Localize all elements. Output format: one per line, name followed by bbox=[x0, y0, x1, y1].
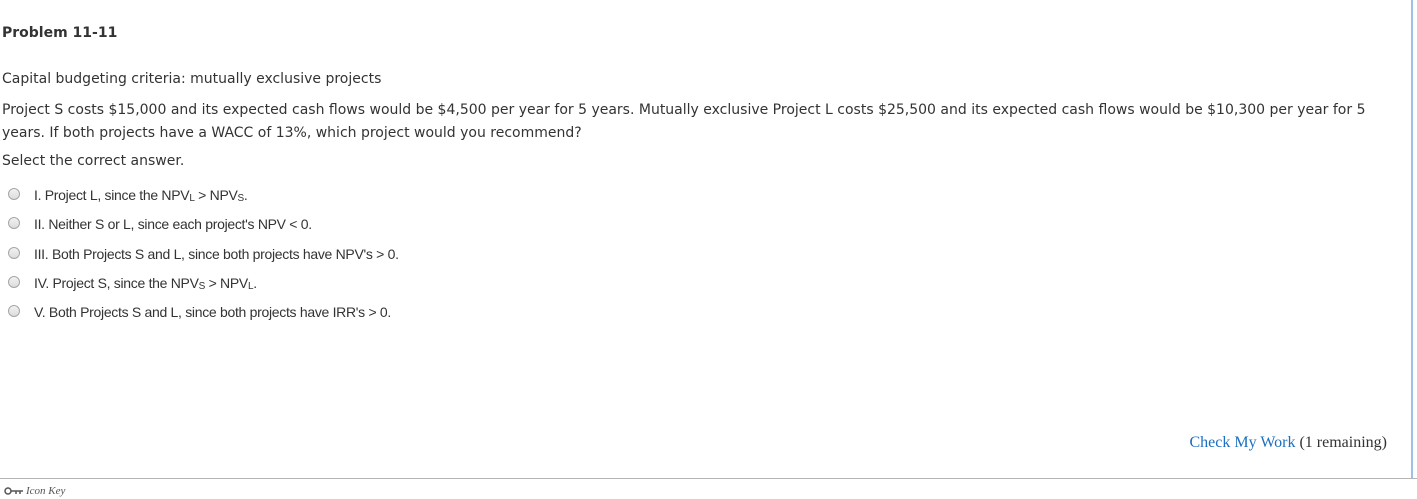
icon-key-label: Icon Key bbox=[26, 485, 66, 497]
right-border-rule bbox=[1411, 0, 1413, 478]
key-icon bbox=[4, 486, 24, 499]
radio-button-icon[interactable] bbox=[8, 188, 20, 200]
option-label[interactable]: V. Both Projects S and L, since both pro… bbox=[34, 304, 391, 320]
footer-divider bbox=[0, 478, 1417, 479]
option-label[interactable]: III. Both Projects S and L, since both p… bbox=[34, 246, 399, 262]
option-label[interactable]: IV. Project S, since the NPVS > NPVL. bbox=[34, 275, 257, 292]
problem-title: Problem 11-11 bbox=[2, 25, 118, 41]
option-label[interactable]: I. Project L, since the NPVL > NPVS. bbox=[34, 187, 248, 204]
icon-key[interactable]: Icon Key bbox=[4, 485, 65, 499]
question-text: Project S costs $15,000 and its expected… bbox=[2, 102, 1366, 141]
radio-button-icon[interactable] bbox=[8, 275, 20, 288]
radio-button-icon[interactable] bbox=[8, 305, 20, 318]
radio-button-icon[interactable] bbox=[8, 217, 20, 230]
problem-subtitle: Capital budgeting criteria: mutually exc… bbox=[2, 71, 382, 87]
instruction-text: Select the correct answer. bbox=[2, 153, 185, 169]
radio-button-icon[interactable] bbox=[8, 246, 20, 259]
check-my-work-link[interactable]: Check My Work bbox=[1190, 434, 1296, 451]
option-label[interactable]: II. Neither S or L, since each project's… bbox=[34, 216, 312, 232]
remaining-attempts: (1 remaining) bbox=[1295, 434, 1387, 451]
check-my-work: Check My Work (1 remaining) bbox=[1190, 434, 1388, 452]
